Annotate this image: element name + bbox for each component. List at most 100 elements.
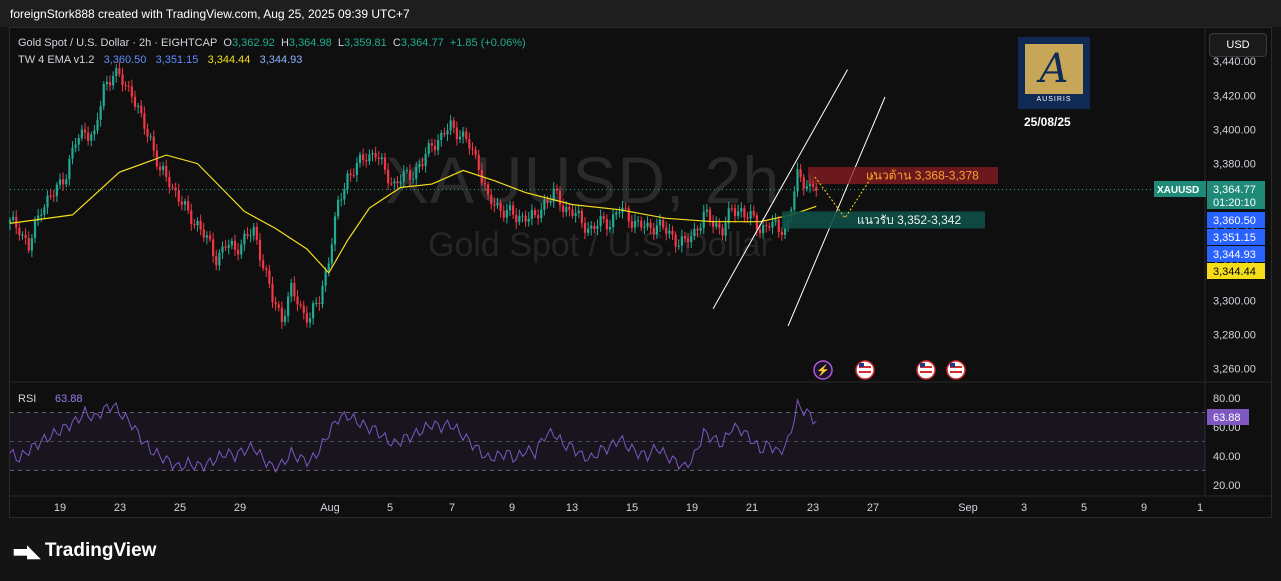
candle-body bbox=[646, 222, 649, 227]
us-flag-event-icon bbox=[916, 360, 936, 380]
candle-body bbox=[205, 235, 208, 238]
candle-body bbox=[752, 211, 755, 216]
candle-body bbox=[615, 212, 618, 215]
candle-body bbox=[733, 208, 737, 216]
us-flag-stripe bbox=[950, 371, 962, 373]
ema1-value: 3,360.50 bbox=[103, 54, 147, 66]
candle-body bbox=[230, 240, 233, 246]
rsi-tick-label: 80.00 bbox=[1213, 393, 1241, 405]
candle-body bbox=[483, 182, 487, 185]
candle-body bbox=[758, 229, 762, 234]
candle-body bbox=[771, 221, 774, 228]
tradingview-logo-icon: ▬◣ bbox=[12, 540, 41, 562]
candle-body bbox=[533, 210, 537, 216]
time-tick-label: 23 bbox=[114, 502, 126, 514]
candle-body bbox=[52, 195, 55, 197]
candle-body bbox=[130, 86, 133, 97]
logo-date: 25/08/25 bbox=[1024, 115, 1071, 129]
candle-body bbox=[512, 205, 515, 215]
candle-body bbox=[287, 296, 290, 317]
price-tick-label: 3,440.00 bbox=[1213, 56, 1256, 68]
legend-close: 3,364.77 bbox=[400, 37, 444, 49]
candle-body bbox=[140, 105, 143, 114]
candle-body bbox=[255, 226, 258, 240]
candle-body bbox=[449, 120, 452, 131]
candle-body bbox=[633, 220, 637, 228]
candle-body bbox=[665, 227, 668, 234]
candle-body bbox=[652, 227, 655, 235]
us-flag-stripe bbox=[859, 371, 871, 373]
candle-body bbox=[458, 136, 462, 140]
candle-body bbox=[227, 245, 230, 248]
candle-body bbox=[443, 132, 446, 135]
candle-body bbox=[333, 216, 337, 245]
candle-body bbox=[493, 204, 496, 206]
candle-body bbox=[152, 136, 155, 151]
candle-body bbox=[327, 263, 330, 271]
candle-body bbox=[221, 246, 224, 253]
candle-body bbox=[593, 225, 596, 230]
candle-body bbox=[33, 220, 37, 239]
candle-body bbox=[352, 175, 355, 177]
candle-body bbox=[252, 226, 255, 236]
time-tick-label: 19 bbox=[686, 502, 698, 514]
candle-body bbox=[696, 228, 699, 231]
us-flag-canton bbox=[950, 363, 955, 367]
candle-body bbox=[446, 130, 449, 135]
candle-body bbox=[649, 222, 652, 228]
time-tick-label: 7 bbox=[449, 502, 455, 514]
last-price-label: 3,364.77 bbox=[1213, 184, 1256, 196]
candle-body bbox=[215, 256, 218, 266]
candle-body bbox=[218, 252, 221, 266]
candle-body bbox=[49, 195, 52, 197]
candle-body bbox=[437, 140, 440, 151]
candle-body bbox=[777, 219, 780, 232]
candle-body bbox=[368, 154, 371, 162]
time-tick-label: 9 bbox=[509, 502, 515, 514]
candle-body bbox=[371, 153, 374, 155]
candle-body bbox=[596, 225, 599, 230]
candle-body bbox=[568, 206, 571, 210]
candle-body bbox=[537, 215, 540, 219]
candle-body bbox=[618, 211, 621, 213]
legend-c-label: C bbox=[392, 37, 401, 49]
legend-h-label: H bbox=[280, 37, 289, 49]
candle-body bbox=[805, 186, 808, 189]
candle-body bbox=[508, 205, 512, 211]
candle-body bbox=[280, 307, 283, 323]
candle-body bbox=[249, 235, 252, 237]
candle-body bbox=[387, 169, 390, 184]
time-tick-label: 21 bbox=[746, 502, 758, 514]
candle-body bbox=[365, 160, 368, 162]
candle-body bbox=[30, 238, 33, 251]
candle-body bbox=[440, 132, 443, 141]
rsi-value-label: 63.88 bbox=[1213, 412, 1241, 424]
candle-body bbox=[765, 225, 768, 227]
candle-body bbox=[246, 233, 249, 236]
candle-body bbox=[27, 238, 30, 251]
candle-body bbox=[655, 225, 658, 235]
ema3-value: 3,344.44 bbox=[207, 54, 251, 66]
time-tick-label: 3 bbox=[1021, 502, 1027, 514]
tradingview-logo[interactable]: ▬◣ TradingView bbox=[12, 540, 156, 562]
currency-button[interactable]: USD bbox=[1209, 33, 1267, 57]
candle-body bbox=[305, 312, 308, 323]
candle-body bbox=[243, 233, 246, 245]
ausiris-logo-mark: A bbox=[1025, 43, 1083, 94]
price-tick-label: 3,300.00 bbox=[1213, 295, 1256, 307]
candle-body bbox=[190, 210, 193, 225]
candle-body bbox=[599, 216, 602, 226]
candle-body bbox=[340, 199, 343, 201]
candle-body bbox=[233, 240, 237, 250]
candle-body bbox=[687, 238, 690, 243]
rsi-legend-value: 63.88 bbox=[55, 393, 83, 405]
candle-body bbox=[177, 190, 180, 202]
candle-body bbox=[724, 223, 727, 236]
candle-body bbox=[112, 75, 115, 86]
countdown-label: 01:20:10 bbox=[1213, 197, 1256, 209]
chart-legend: Gold Spot / U.S. Dollar · 2h · EIGHTCAP … bbox=[18, 35, 526, 69]
candle-body bbox=[662, 219, 665, 228]
candle-body bbox=[605, 219, 608, 230]
candle-body bbox=[293, 282, 296, 297]
candle-body bbox=[543, 199, 546, 210]
